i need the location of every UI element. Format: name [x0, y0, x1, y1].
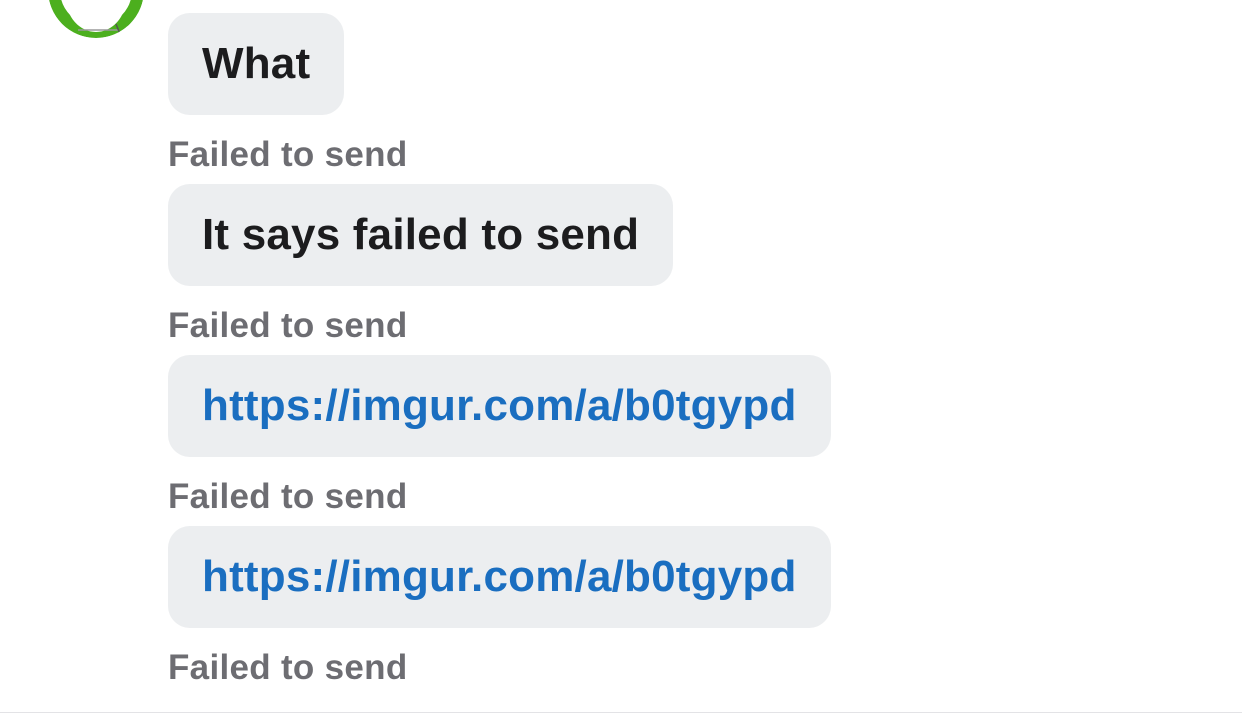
message-bubble[interactable]: What [168, 13, 345, 115]
failed-to-send-status[interactable]: Failed to send [168, 457, 1168, 526]
message-thread: What Failed to send It says failed to se… [168, 13, 1168, 697]
failed-to-send-status[interactable]: Failed to send [168, 286, 1168, 355]
message-item: It says failed to send Failed to send [168, 184, 1168, 355]
message-item: https://imgur.com/a/b0tgypd Failed to se… [168, 526, 1168, 697]
message-bubble[interactable]: It says failed to send [168, 184, 674, 286]
contact-avatar-icon[interactable] [48, 0, 144, 38]
message-item: What Failed to send [168, 13, 1168, 184]
failed-to-send-status[interactable]: Failed to send [168, 115, 1168, 184]
message-link-bubble[interactable]: https://imgur.com/a/b0tgypd [168, 526, 831, 628]
bottom-divider [0, 712, 1242, 713]
failed-to-send-status[interactable]: Failed to send [168, 628, 1168, 697]
message-link-bubble[interactable]: https://imgur.com/a/b0tgypd [168, 355, 831, 457]
message-item: https://imgur.com/a/b0tgypd Failed to se… [168, 355, 1168, 526]
